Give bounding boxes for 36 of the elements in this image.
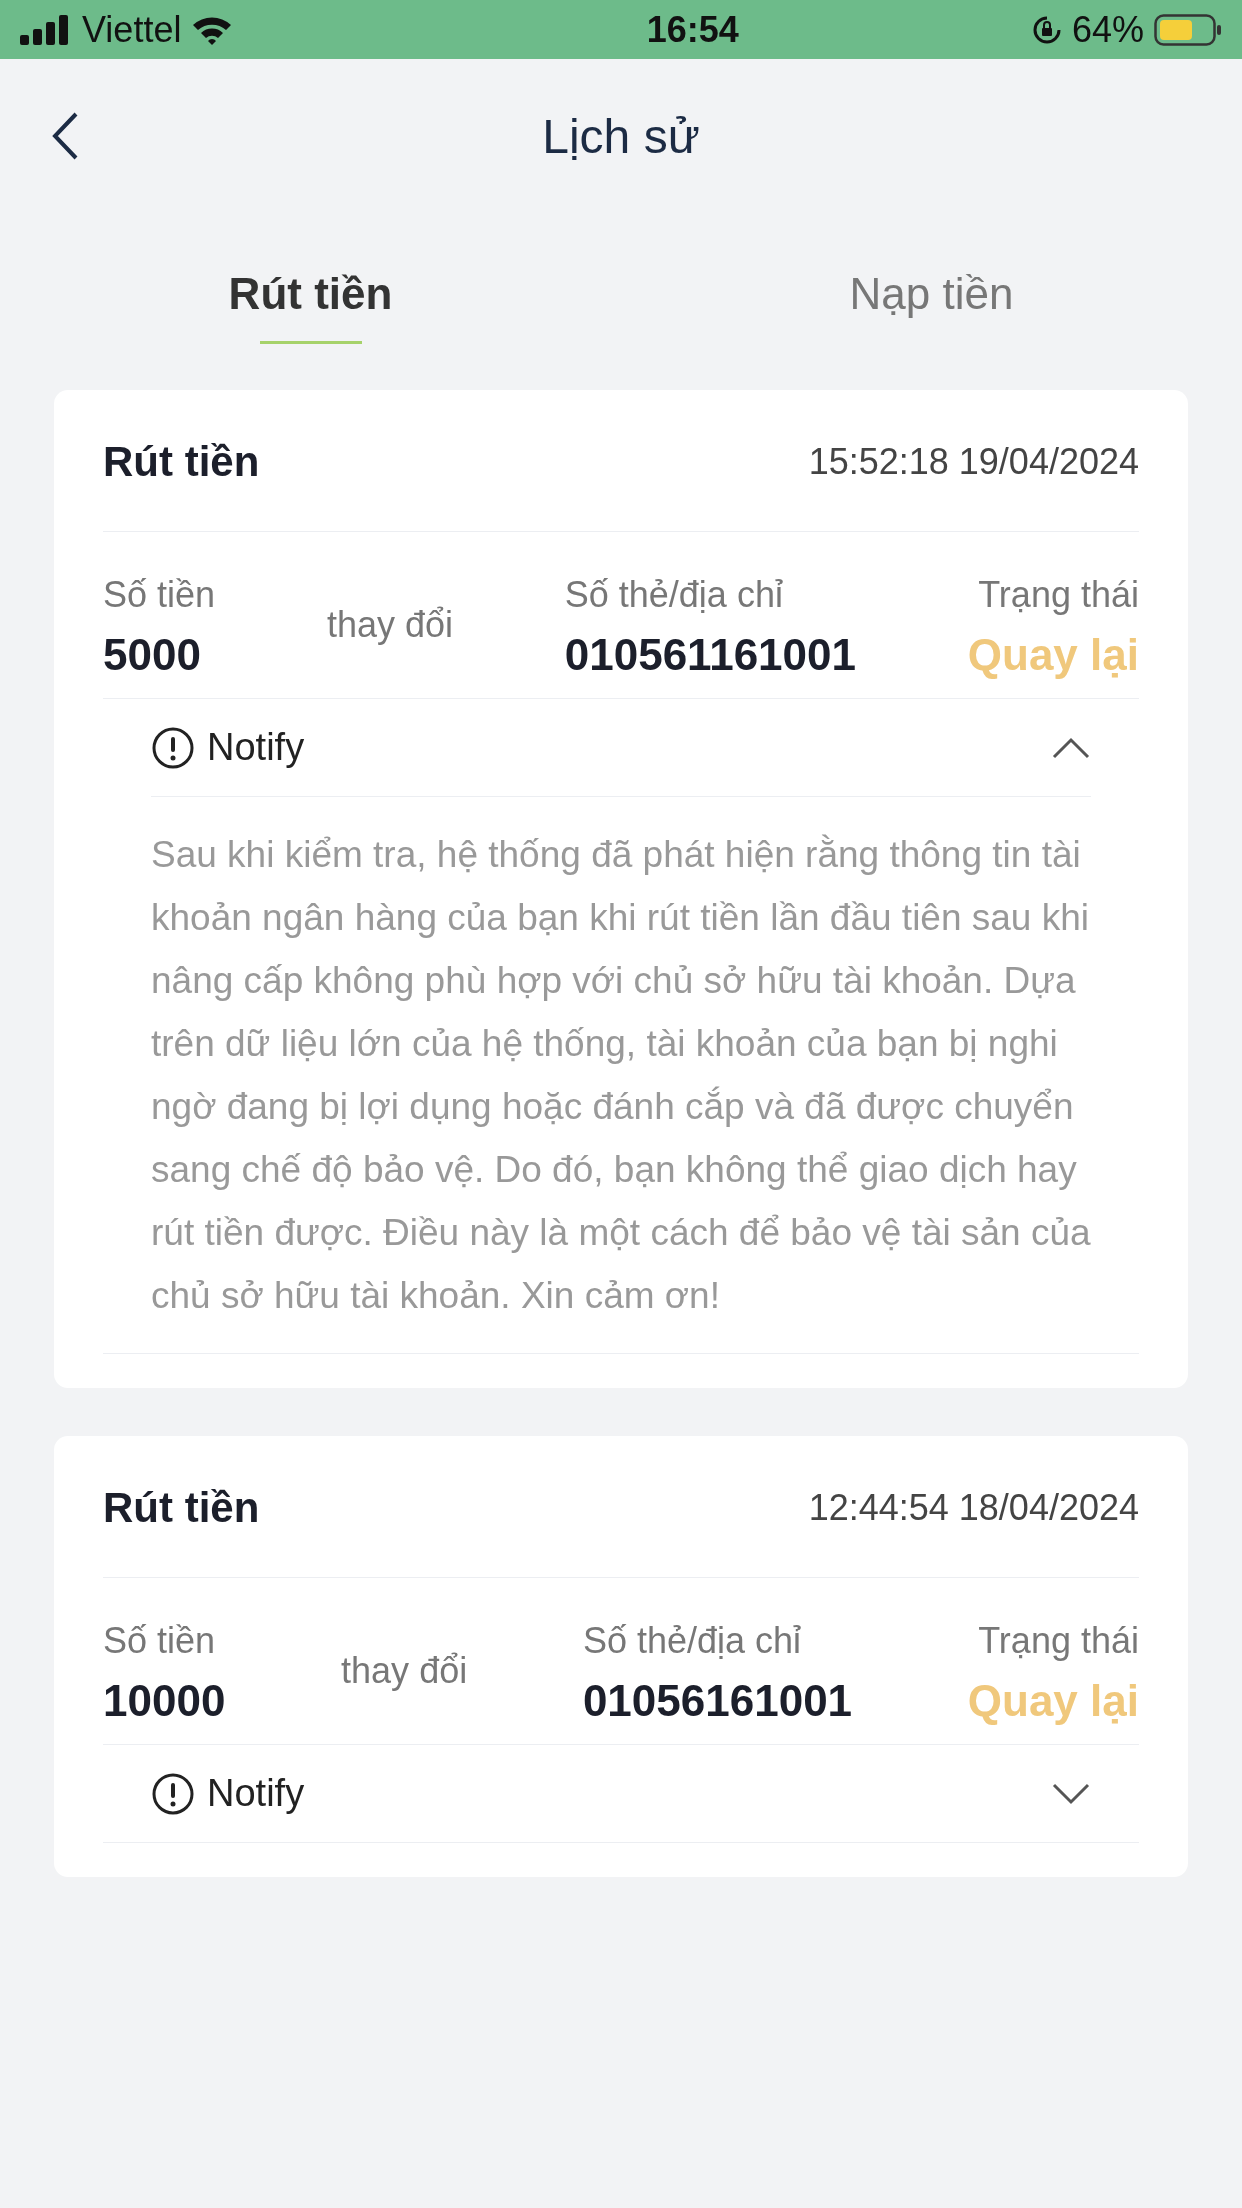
info-icon	[151, 1771, 195, 1816]
record-datetime: 12:44:54 18/04/2024	[808, 1485, 1139, 1530]
carrier-name: Viettel	[82, 7, 182, 52]
battery-percent: 64%	[1071, 7, 1144, 52]
notify-label: Notify	[207, 1771, 305, 1816]
amount-label: Số tiền	[103, 573, 216, 617]
rotation-lock-icon	[1031, 14, 1062, 45]
tab[interactable]: Nạp tiền	[621, 261, 1242, 344]
card-label: Số thẻ/địa chỉ	[564, 573, 784, 617]
battery-icon	[1154, 13, 1222, 46]
back-icon	[50, 111, 80, 161]
record-title: Rút tiền	[103, 437, 260, 487]
chevron-up-icon	[1051, 735, 1091, 760]
tab[interactable]: Rút tiền	[0, 261, 621, 344]
status-label: Trạng thái	[978, 573, 1139, 617]
page-title: Lịch sử	[542, 109, 700, 165]
info-icon	[151, 725, 195, 770]
status-value: Quay lại	[967, 629, 1139, 681]
amount-label: Số tiền	[103, 1619, 217, 1663]
amount-value: 10000	[103, 1675, 226, 1727]
card-number: 010561161001	[564, 629, 856, 681]
amount-value: 5000	[103, 629, 202, 681]
record-title: Rút tiền	[103, 1483, 260, 1533]
status-value: Quay lại	[967, 1675, 1139, 1727]
chevron-down-icon	[1051, 1781, 1091, 1806]
card-label: Số thẻ/địa chỉ	[582, 1619, 803, 1663]
clock-time: 16:54	[646, 7, 739, 52]
status-label: Trạng thái	[978, 1619, 1139, 1663]
notify-message: Sau khi kiểm tra, hệ thống đã phát hiện rằng thông tin tài khoản ngân hàng của bạn khi rút tiền lần đầu tiên sau khi nâng cấp không phù hợp với chủ sở hữu tài khoản. Dựa trên dữ liệu lớn của hệ thống, tài khoản của bạn bị nghi ngờ đang bị lợi dụng hoặc đánh cắp và đã được chuyển sang chế độ bảo vệ. Do đó, bạn không thể giao dịch hay rút tiền được. Điều này là một cách để bảo vệ tài sản của chủ sở hữu tài khoản. Xin cảm ơn!	[151, 833, 1091, 1318]
card-number: 01056161001	[582, 1675, 853, 1727]
change-text: thay đổi	[341, 1649, 468, 1693]
record-datetime: 15:52:18 19/04/2024	[808, 439, 1139, 484]
notify-toggle[interactable]: Notify	[151, 699, 1091, 797]
notify-toggle[interactable]: Notify	[151, 1745, 1091, 1842]
notify-label: Notify	[207, 725, 305, 770]
change-text: thay đổi	[326, 603, 453, 647]
